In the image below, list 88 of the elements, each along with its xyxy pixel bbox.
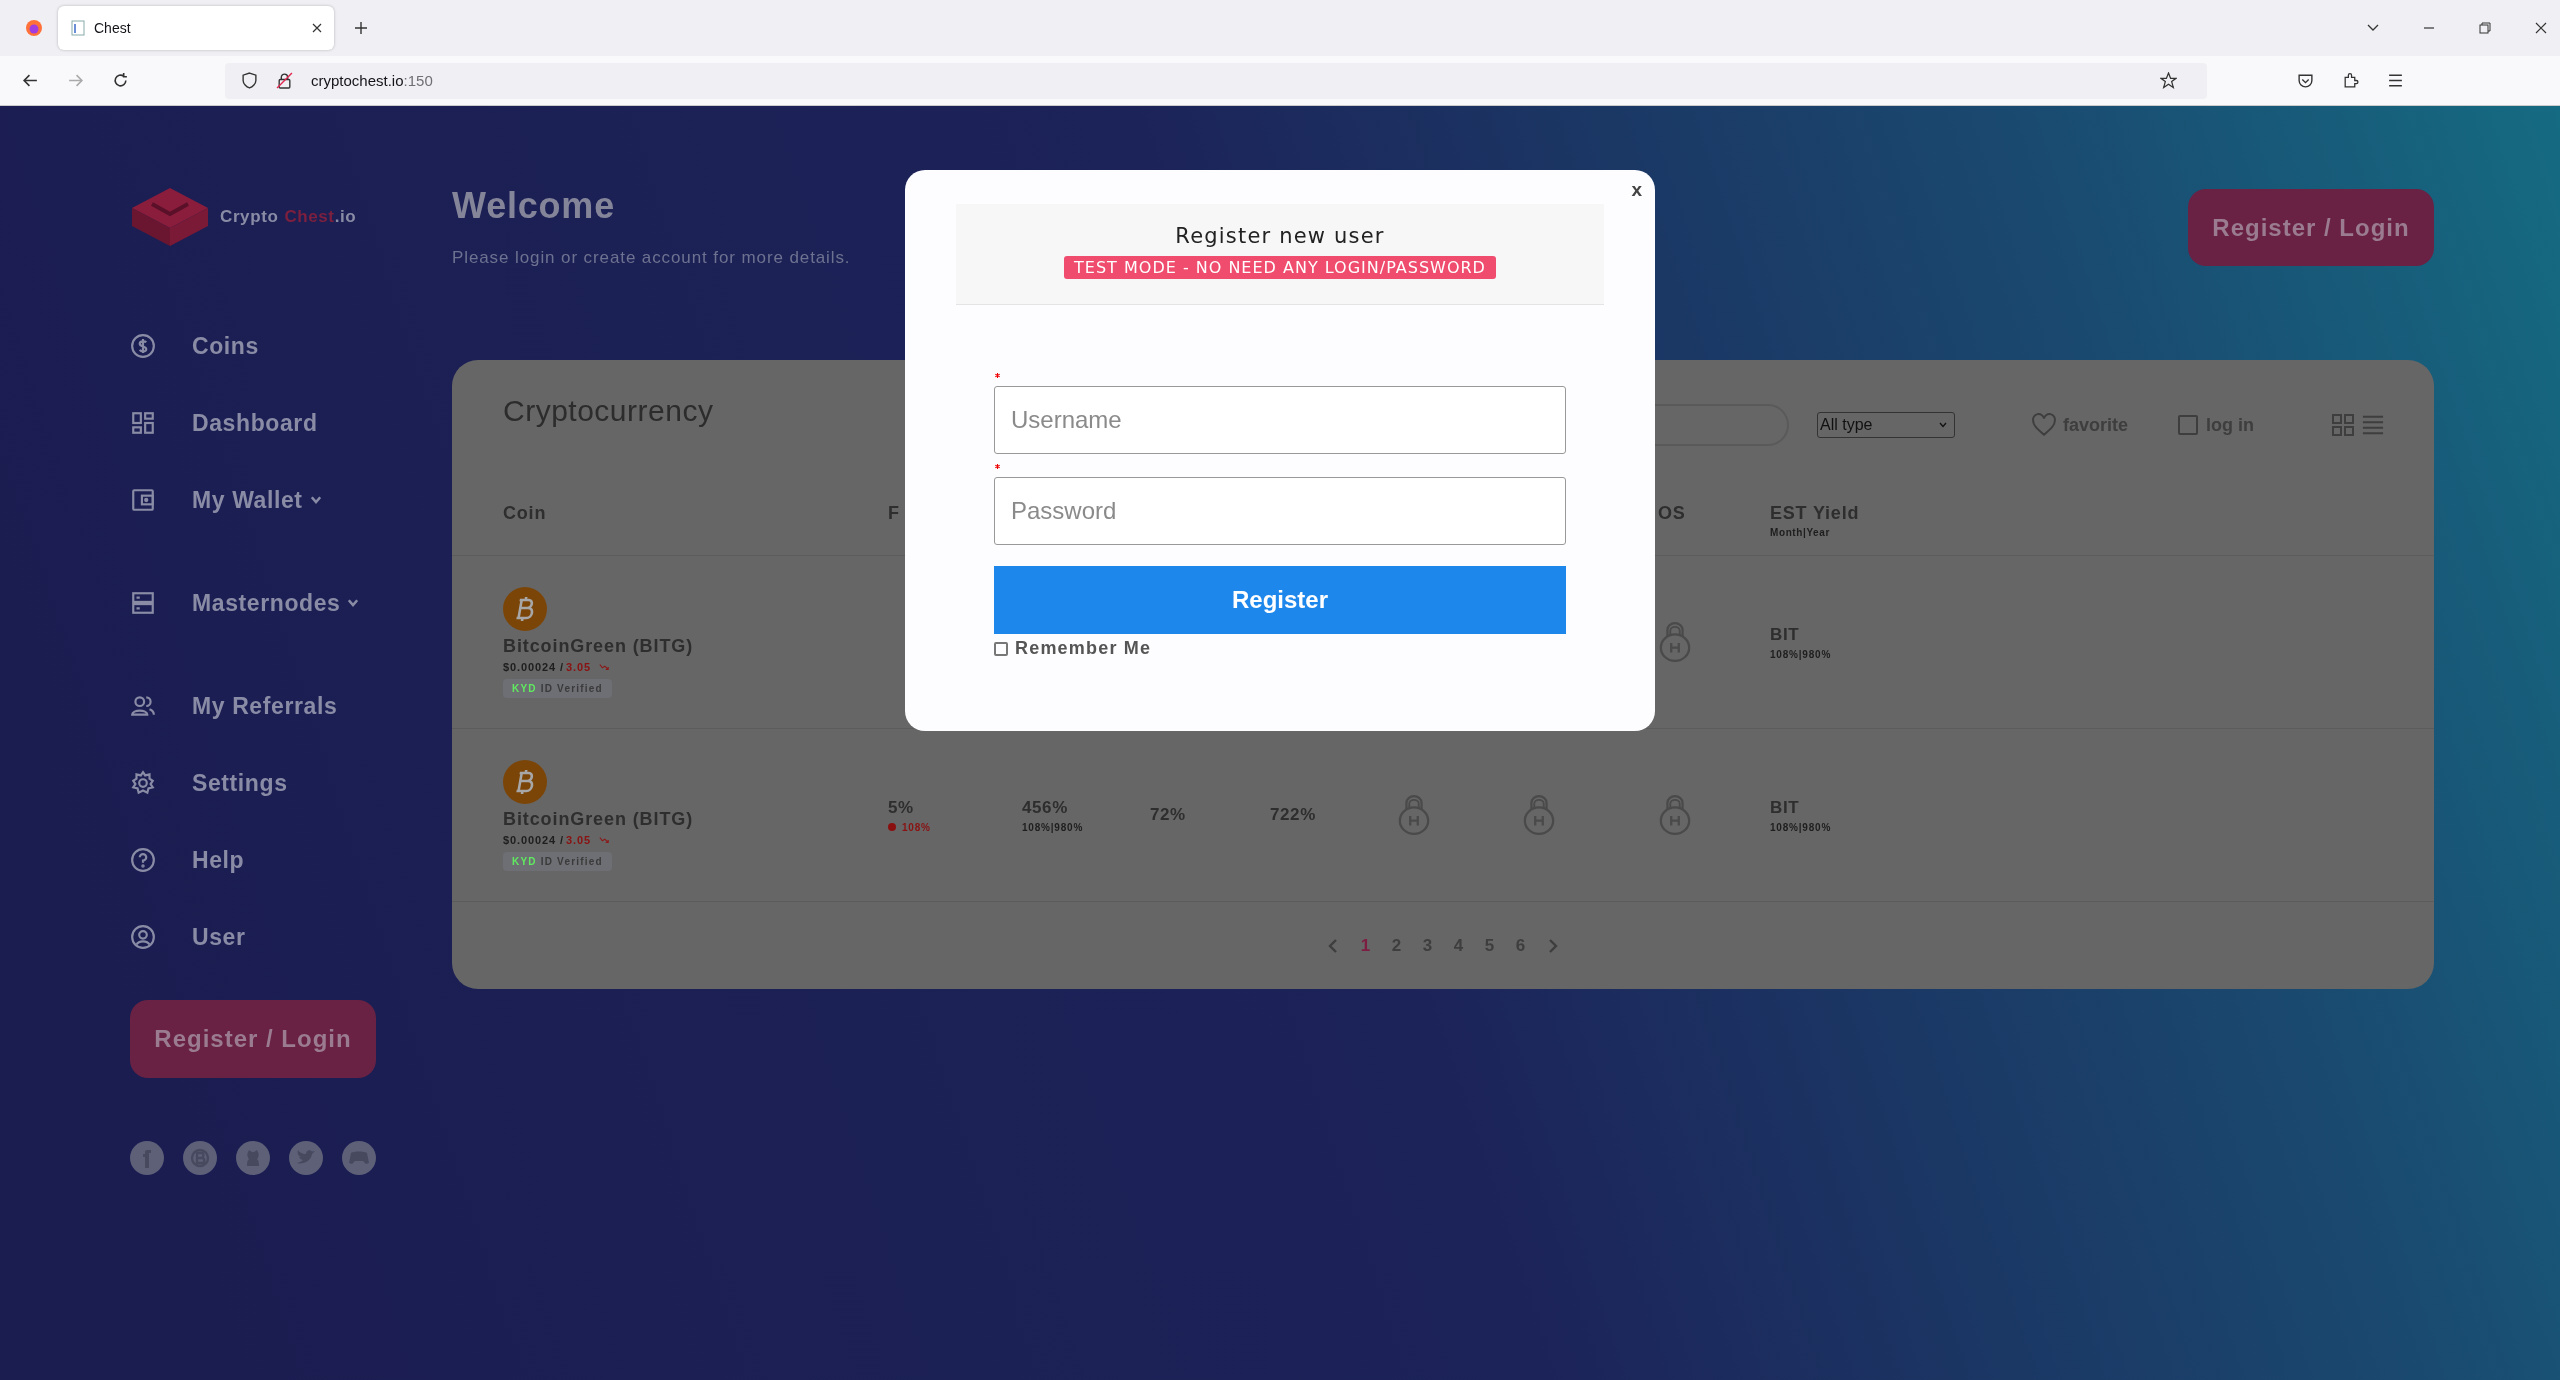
type-select[interactable]: All type — [1816, 412, 1955, 438]
page-title: Welcome — [452, 184, 616, 228]
users-icon — [130, 693, 156, 719]
coin-name[interactable]: BitcoinGreen (BITG) — [503, 635, 694, 657]
table-cell: 108% — [902, 821, 931, 833]
table-cell: 5% — [888, 797, 914, 818]
heart-icon — [2030, 413, 2057, 437]
trend-down-icon — [599, 662, 609, 671]
remember-me-checkbox[interactable]: Remember Me — [994, 638, 1152, 659]
gear-icon — [130, 770, 156, 796]
sidebar-link[interactable]: Coins — [130, 326, 259, 366]
table-cell: 456% — [1022, 797, 1068, 818]
coin-icon — [503, 586, 547, 631]
table-cell: 108%|980% — [1770, 821, 1832, 833]
column-header: OS — [1658, 503, 1686, 524]
kettlebell-icon — [1658, 794, 1692, 836]
controller-icon[interactable] — [342, 1141, 376, 1175]
sidebar-link[interactable]: Settings — [130, 763, 288, 803]
trend-down-icon — [599, 835, 609, 844]
star-icon[interactable] — [2160, 72, 2177, 89]
shield-icon[interactable] — [241, 72, 258, 89]
table-cell: 722% — [1270, 805, 1316, 825]
dialog-title: Register new user — [1175, 224, 1385, 248]
coin-icon[interactable] — [183, 1141, 217, 1175]
coin-name[interactable]: BitcoinGreen (BITG) — [503, 808, 694, 830]
pocket-icon[interactable] — [2297, 72, 2314, 89]
table-cell: 72% — [1150, 805, 1186, 825]
dot-icon — [888, 823, 896, 831]
sidebar-link[interactable]: Dashboard — [130, 403, 318, 443]
wallet-icon — [130, 487, 156, 513]
card-title: Cryptocurrency — [503, 394, 714, 428]
help-icon — [130, 847, 156, 873]
tab-title: Chest — [94, 20, 132, 36]
input-field[interactable]: Username — [994, 386, 1566, 454]
menu-icon[interactable] — [2387, 72, 2404, 89]
table-cell: 108%|980% — [1770, 648, 1832, 660]
server-icon — [130, 590, 156, 616]
user-icon — [130, 924, 156, 950]
coin-price: $0.00024 / — [503, 833, 564, 846]
kettlebell-icon — [1658, 621, 1692, 663]
checkbox[interactable] — [2178, 415, 2198, 435]
column-subheader: Month|Year — [1770, 527, 1830, 538]
close-icon[interactable] — [312, 23, 322, 33]
cat-icon[interactable] — [236, 1141, 270, 1175]
table-cell: BIT — [1770, 624, 1800, 645]
close-icon[interactable] — [2534, 21, 2548, 35]
sidebar-link[interactable]: My Wallet — [130, 480, 323, 520]
url-text: cryptochest.io:150 — [311, 72, 433, 89]
coin-icon — [503, 759, 547, 804]
dollar-icon — [130, 333, 156, 359]
logo-text: Crypto Chest.io — [220, 207, 357, 227]
reload-icon[interactable] — [112, 72, 129, 89]
sidebar-link[interactable]: My Referrals — [130, 686, 338, 726]
sidebar-link[interactable]: Masternodes — [130, 583, 361, 623]
register-login-button[interactable]: Register / Login — [130, 1000, 376, 1078]
column-header: Coin — [503, 503, 547, 524]
kettlebell-icon — [1397, 794, 1431, 836]
coin-price: $0.00024 / — [503, 660, 564, 673]
puzzle-icon[interactable] — [2342, 72, 2359, 89]
table-cell: 108%|980% — [1022, 821, 1084, 833]
address-bar[interactable]: cryptochest.io:150 — [225, 62, 2207, 99]
price-change: 3.05 — [566, 833, 591, 846]
page-subtitle: Please login or create account for more details. — [452, 248, 851, 268]
verified-badge: KYD ID Verified — [503, 851, 612, 871]
close-button[interactable]: x — [1631, 179, 1642, 201]
lock-icon[interactable] — [276, 72, 293, 89]
dashboard-icon — [130, 410, 156, 436]
kettlebell-icon — [1522, 794, 1556, 836]
test-mode-banner: TEST MODE - NO NEED ANY LOGIN/PASSWORD — [1064, 256, 1496, 279]
column-header: F — [888, 503, 900, 524]
restore-icon[interactable] — [2478, 21, 2492, 35]
facebook-icon[interactable] — [130, 1141, 164, 1175]
browser-tab[interactable]: Chest — [58, 6, 334, 50]
verified-badge: KYD ID Verified — [503, 678, 612, 698]
register-login-button[interactable]: Register / Login — [2188, 189, 2434, 266]
input-field[interactable]: Password — [994, 477, 1566, 545]
table-cell: BIT — [1770, 797, 1800, 818]
column-header: EST Yield — [1770, 503, 1860, 524]
price-change: 3.05 — [566, 660, 591, 673]
bird-icon[interactable] — [289, 1141, 323, 1175]
register-button[interactable]: Register — [994, 566, 1566, 634]
sidebar-link[interactable]: Help — [130, 840, 245, 880]
page-icon — [70, 20, 86, 36]
back-icon[interactable] — [22, 72, 39, 89]
caret-icon — [1937, 420, 1948, 430]
browser-logo-icon[interactable] — [24, 18, 44, 38]
sidebar-link[interactable]: User — [130, 917, 246, 957]
new-tab-icon[interactable] — [354, 21, 368, 35]
